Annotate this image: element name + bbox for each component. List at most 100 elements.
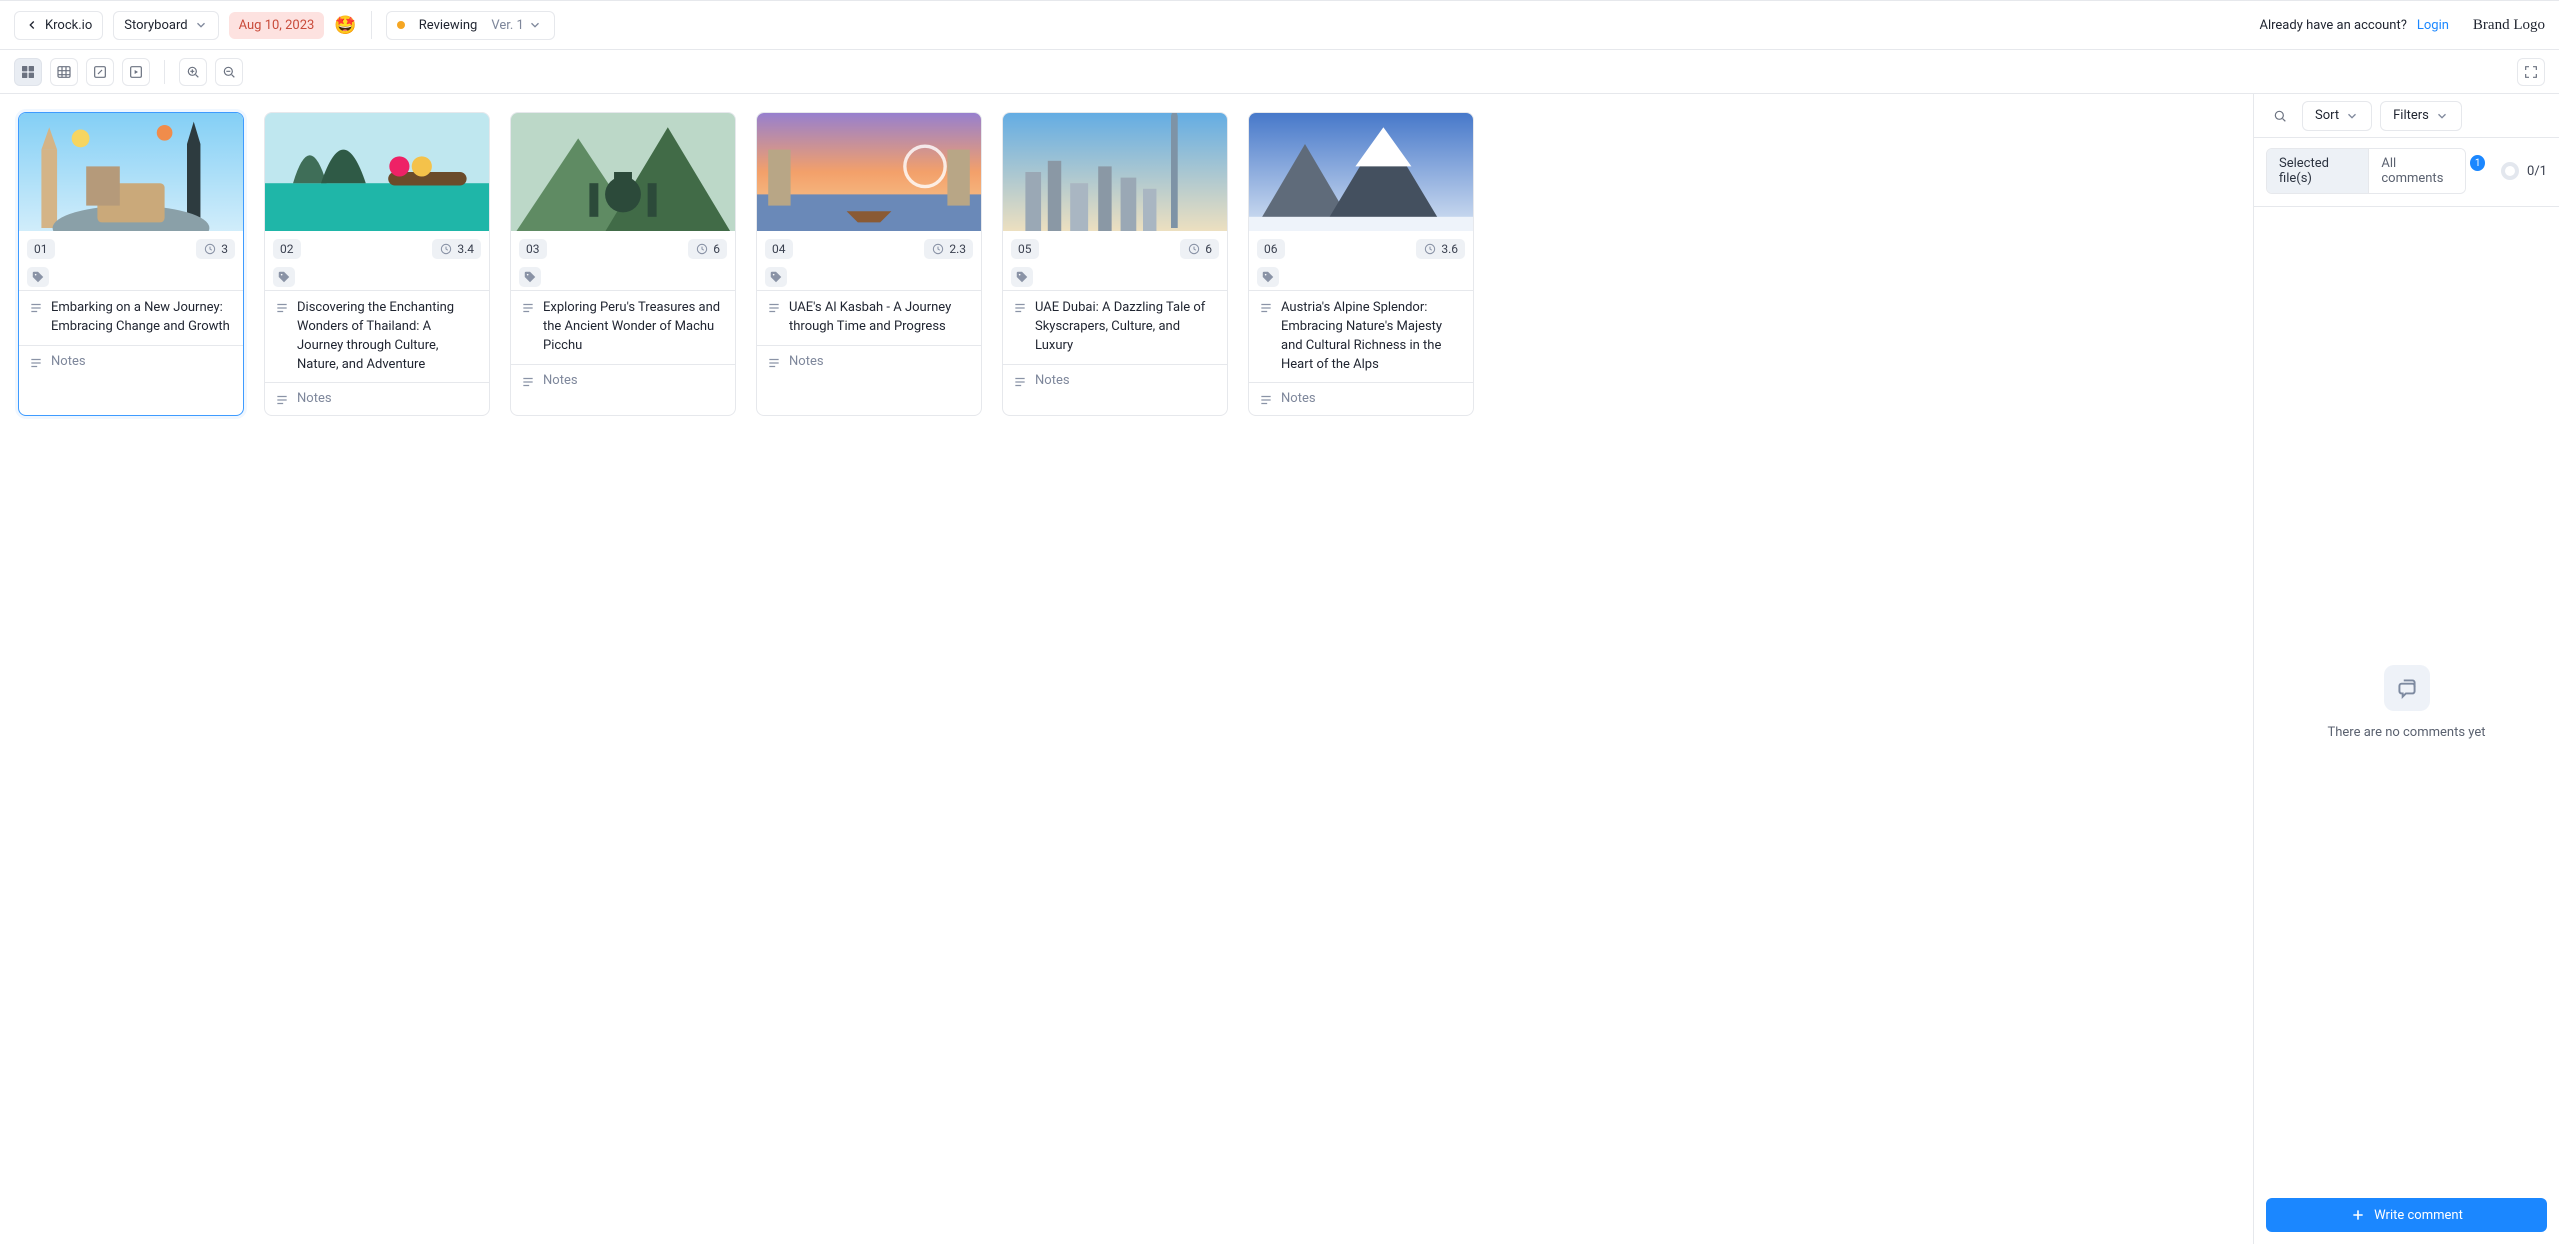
status-dot-icon bbox=[397, 21, 405, 29]
tab-all-comments-label: All comments bbox=[2381, 156, 2443, 186]
tag-button[interactable] bbox=[519, 267, 541, 287]
duration-pill: 6 bbox=[688, 239, 727, 259]
breadcrumb-section[interactable]: Storyboard bbox=[113, 11, 218, 40]
view-play-button[interactable] bbox=[122, 58, 150, 86]
write-comment-button[interactable]: Write comment bbox=[2266, 1198, 2547, 1232]
clock-icon bbox=[1423, 242, 1437, 256]
breadcrumb-app-label: Krock.io bbox=[45, 18, 92, 33]
frame-number: 03 bbox=[526, 242, 540, 256]
tag-icon bbox=[31, 270, 45, 284]
card-thumbnail[interactable] bbox=[265, 113, 489, 231]
view-single-button[interactable] bbox=[86, 58, 114, 86]
storyboard-card[interactable]: 03 6 Exploring Peru's Treasures and the … bbox=[510, 112, 736, 416]
card-notes[interactable]: Notes bbox=[51, 354, 86, 370]
card-notes[interactable]: Notes bbox=[1035, 373, 1070, 389]
card-description: Discovering the Enchanting Wonders of Th… bbox=[297, 299, 479, 374]
top-header: Krock.io Storyboard Aug 10, 2023 🤩 Revie… bbox=[0, 0, 2559, 50]
tag-icon bbox=[1261, 270, 1275, 284]
board-area[interactable]: 01 3 Embarking on a New Journey: Embraci… bbox=[0, 94, 2253, 1244]
text-icon bbox=[275, 301, 289, 315]
tag-icon bbox=[1015, 270, 1029, 284]
tab-all-comments[interactable]: All comments bbox=[2368, 149, 2465, 193]
breadcrumb-app[interactable]: Krock.io bbox=[14, 11, 103, 40]
chevron-down-icon bbox=[194, 18, 208, 32]
tab-selected-files-label: Selected file(s) bbox=[2279, 156, 2329, 186]
status-version-pill[interactable]: Reviewing Ver. 1 bbox=[386, 11, 555, 40]
tag-button[interactable] bbox=[1011, 267, 1033, 287]
tag-button[interactable] bbox=[765, 267, 787, 287]
clock-icon bbox=[203, 242, 217, 256]
reactions-icon[interactable]: 🤩 bbox=[334, 17, 356, 35]
text-icon bbox=[1259, 301, 1273, 315]
card-thumbnail[interactable] bbox=[19, 113, 243, 231]
sort-button[interactable]: Sort bbox=[2302, 101, 2372, 131]
main-split: 01 3 Embarking on a New Journey: Embraci… bbox=[0, 94, 2559, 1244]
clock-icon bbox=[695, 242, 709, 256]
duration-pill: 3 bbox=[196, 239, 235, 259]
version-label: Ver. 1 bbox=[491, 18, 523, 33]
card-thumbnail[interactable] bbox=[1003, 113, 1227, 231]
zoom-in-button[interactable] bbox=[179, 58, 207, 86]
storyboard-card[interactable]: 05 6 UAE Dubai: A Dazzling Tale of Skysc… bbox=[1002, 112, 1228, 416]
frame-number-pill: 04 bbox=[765, 239, 793, 259]
storyboard-card[interactable]: 06 3.6 Austria's Alpine Splendor: Embrac… bbox=[1248, 112, 1474, 416]
card-thumbnail[interactable] bbox=[1249, 113, 1473, 231]
login-link[interactable]: Login bbox=[2417, 18, 2449, 33]
filters-button[interactable]: Filters bbox=[2380, 101, 2462, 131]
filters-label: Filters bbox=[2393, 108, 2429, 123]
card-thumbnail[interactable] bbox=[511, 113, 735, 231]
divider bbox=[164, 60, 165, 84]
storyboard-card[interactable]: 04 2.3 UAE's Al Kasbah - A Journey throu… bbox=[756, 112, 982, 416]
duration-pill: 3.4 bbox=[432, 239, 481, 259]
fullscreen-button[interactable] bbox=[2517, 58, 2545, 86]
tag-button[interactable] bbox=[27, 267, 49, 287]
text-icon bbox=[275, 393, 289, 407]
view-grid-button[interactable] bbox=[14, 58, 42, 86]
clock-icon bbox=[931, 242, 945, 256]
comments-progress: 0/1 bbox=[2501, 162, 2547, 180]
storyboard-card[interactable]: 02 3.4 Discovering the Enchanting Wonder… bbox=[264, 112, 490, 416]
clock-icon bbox=[1187, 242, 1201, 256]
card-description: UAE Dubai: A Dazzling Tale of Skyscraper… bbox=[1035, 299, 1217, 356]
chevron-left-icon bbox=[25, 18, 39, 32]
text-icon bbox=[1013, 375, 1027, 389]
sort-label: Sort bbox=[2315, 108, 2339, 123]
card-notes[interactable]: Notes bbox=[543, 373, 578, 389]
card-thumbnail[interactable] bbox=[757, 113, 981, 231]
chevron-down-icon bbox=[2435, 109, 2449, 123]
card-notes[interactable]: Notes bbox=[297, 391, 332, 407]
text-icon bbox=[521, 375, 535, 389]
frame-number-pill: 02 bbox=[273, 239, 301, 259]
clock-icon bbox=[439, 242, 453, 256]
card-notes[interactable]: Notes bbox=[789, 354, 824, 370]
zoom-out-button[interactable] bbox=[215, 58, 243, 86]
progress-ring-icon bbox=[2501, 162, 2519, 180]
side-search-button[interactable] bbox=[2266, 102, 2294, 130]
view-table-button[interactable] bbox=[50, 58, 78, 86]
brand-logo: Brand Logo bbox=[2473, 17, 2545, 34]
frame-number: 04 bbox=[772, 242, 786, 256]
tag-button[interactable] bbox=[1257, 267, 1279, 287]
duration-pill: 2.3 bbox=[924, 239, 973, 259]
tag-button[interactable] bbox=[273, 267, 295, 287]
frame-number-pill: 03 bbox=[519, 239, 547, 259]
storyboard-card[interactable]: 01 3 Embarking on a New Journey: Embraci… bbox=[18, 112, 244, 416]
grid-icon bbox=[20, 64, 36, 80]
text-icon bbox=[767, 356, 781, 370]
fullscreen-icon bbox=[2523, 64, 2539, 80]
chevron-down-icon bbox=[528, 18, 542, 32]
date-chip-label: Aug 10, 2023 bbox=[239, 18, 315, 33]
comments-tab-segment: Selected file(s) All comments bbox=[2266, 148, 2466, 194]
comments-count-badge: 1 bbox=[2470, 155, 2485, 171]
breadcrumb-section-label: Storyboard bbox=[124, 18, 187, 33]
write-comment-label: Write comment bbox=[2374, 1208, 2463, 1223]
zoom-out-icon bbox=[221, 64, 237, 80]
zoom-in-icon bbox=[185, 64, 201, 80]
card-description: Exploring Peru's Treasures and the Ancie… bbox=[543, 299, 725, 356]
empty-illustration bbox=[2384, 665, 2430, 711]
duration-value: 2.3 bbox=[949, 242, 966, 256]
tab-selected-files[interactable]: Selected file(s) bbox=[2267, 149, 2368, 193]
chat-icon bbox=[2394, 675, 2420, 701]
card-notes[interactable]: Notes bbox=[1281, 391, 1316, 407]
duration-value: 3.4 bbox=[457, 242, 474, 256]
